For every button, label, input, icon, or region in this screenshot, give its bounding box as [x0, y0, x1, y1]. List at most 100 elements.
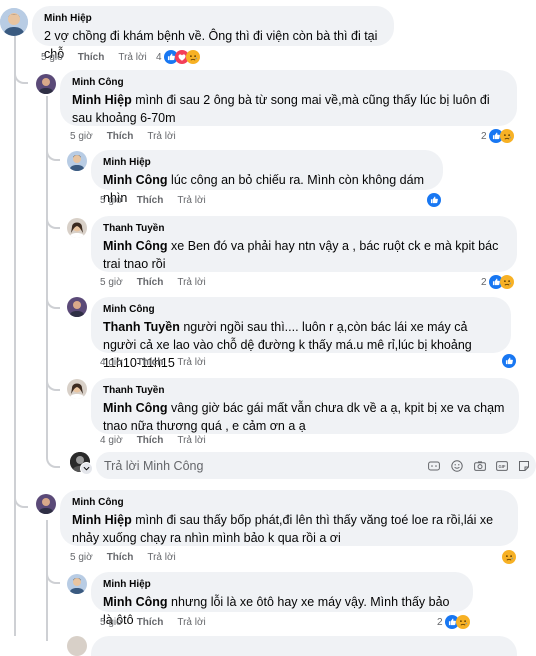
comment-author[interactable]: Minh Công [72, 497, 506, 508]
comment-time[interactable]: 5 giờ [100, 195, 123, 206]
reply-button[interactable]: Trả lời [147, 552, 175, 563]
avatar[interactable] [67, 574, 87, 594]
avatar-person-icon [67, 379, 87, 399]
comment-author[interactable]: Thanh Tuyền [103, 223, 505, 234]
like-button[interactable]: Thích [137, 357, 164, 368]
avatar-person-icon [0, 8, 28, 36]
sad-icon [502, 550, 516, 564]
like-button[interactable]: Thích [78, 52, 105, 63]
mention-tag[interactable]: Minh Công [103, 401, 168, 415]
thread-connector [46, 293, 60, 309]
comment-bubble: Minh Hiệp 2 vợ chồng đi khám bệnh về. Ôn… [32, 6, 394, 61]
avatar[interactable] [36, 494, 56, 514]
comment-bubble: Minh Công Minh Hiệp mình đi sau thấy bốp… [60, 490, 518, 546]
comment-actions: 5 giờ Thích Trả lời [41, 52, 147, 63]
comment-author[interactable]: Minh Hiệp [44, 13, 382, 24]
thread-connector [14, 492, 28, 508]
like-button[interactable]: Thích [137, 435, 164, 446]
mention-tag[interactable]: Minh Công [103, 239, 168, 253]
avatar[interactable] [67, 636, 87, 656]
like-button[interactable]: Thích [107, 131, 134, 142]
mention-tag[interactable]: Minh Hiệp [72, 93, 132, 107]
reaction-count: 2 [437, 616, 443, 628]
sad-icon [500, 129, 514, 143]
like-button[interactable]: Thích [137, 277, 164, 288]
thread-connector [46, 568, 60, 584]
thread-connector [46, 375, 60, 391]
comment-bubble: Minh Hiệp Minh Công lúc công an bỏ chiếu… [91, 150, 443, 205]
comment-bubble: Thanh Tuyền Minh Công xe Ben đó va phải … [91, 216, 517, 272]
reply-button[interactable]: Trả lời [177, 435, 205, 446]
avatar[interactable] [36, 74, 56, 94]
comment-actions: 5 giờ Thích Trả lời [100, 195, 206, 206]
reaction-summary[interactable]: 2 [481, 129, 514, 143]
smile-icon[interactable] [451, 460, 463, 472]
comment-time[interactable]: 5 giờ [41, 52, 64, 63]
thread-connector [46, 213, 60, 229]
sad-icon [456, 615, 470, 629]
like-icon [427, 193, 441, 207]
comment-author[interactable]: Minh Công [72, 77, 505, 88]
mention-tag[interactable]: Minh Công [103, 595, 168, 609]
comment-author[interactable]: Thanh Tuyền [103, 385, 507, 396]
sad-icon [500, 275, 514, 289]
gif-icon[interactable]: GIF [496, 460, 508, 472]
comment-time[interactable]: 4 giờ [100, 435, 123, 446]
svg-text:GIF: GIF [499, 464, 506, 469]
reaction-summary[interactable] [502, 354, 516, 368]
avatar-person-icon [67, 151, 87, 171]
like-button[interactable]: Thích [137, 617, 164, 628]
thread-connector [14, 68, 28, 84]
mention-tag[interactable]: Minh Hiệp [72, 513, 132, 527]
avatar[interactable] [67, 297, 87, 317]
comment-author[interactable]: Minh Hiệp [103, 157, 431, 168]
comment-time[interactable]: 5 giờ [100, 617, 123, 628]
reply-button[interactable]: Trả lời [177, 195, 205, 206]
avatar-person-icon [67, 218, 87, 238]
comment-time[interactable]: 5 giờ [100, 277, 123, 288]
camera-icon[interactable] [474, 460, 486, 472]
reply-button[interactable]: Trả lời [118, 52, 146, 63]
comment-actions: 4 giờ Thích Trả lời [100, 435, 206, 446]
account-switch[interactable] [80, 462, 93, 475]
sticker-icon[interactable] [518, 460, 530, 472]
like-icon [502, 354, 516, 368]
reaction-summary[interactable]: 2 [481, 275, 514, 289]
comment-time[interactable]: 5 giờ [70, 552, 93, 563]
avatar[interactable] [67, 379, 87, 399]
thread-line-main [14, 36, 16, 636]
reaction-summary[interactable]: 4 [156, 50, 200, 64]
mention-tag[interactable]: Thanh Tuyền [103, 320, 180, 334]
avatar-person-icon [36, 494, 56, 514]
reply-button[interactable]: Trả lời [177, 617, 205, 628]
reaction-summary[interactable]: 2 [437, 615, 470, 629]
reply-button[interactable]: Trả lời [147, 131, 175, 142]
comment-actions: 5 giờ Thích Trả lời [100, 617, 206, 628]
comment-author[interactable]: Minh Công [103, 304, 499, 315]
comment-time[interactable]: 5 giờ [70, 131, 93, 142]
comment-actions: 5 giờ Thích Trả lời [100, 277, 206, 288]
thread-connector [46, 145, 60, 161]
avatar[interactable] [0, 8, 28, 36]
reaction-summary[interactable] [427, 193, 441, 207]
comment-bubble: Minh Công Thanh Tuyền người ngồi sau thì… [91, 297, 511, 370]
avatar[interactable] [67, 151, 87, 171]
comment-actions: 4 giờ Thích Trả lời [100, 357, 206, 368]
avatar[interactable] [67, 218, 87, 238]
comment-time[interactable]: 4 giờ [100, 357, 123, 368]
reaction-summary[interactable] [502, 550, 516, 564]
reply-input[interactable]: Trả lời Minh Công GIF [96, 452, 536, 479]
mention-tag[interactable]: Minh Công [103, 173, 168, 187]
avatar-person-icon [67, 297, 87, 317]
reply-button[interactable]: Trả lời [177, 277, 205, 288]
avatar-person-icon [36, 74, 56, 94]
like-button[interactable]: Thích [137, 195, 164, 206]
comment-bubble [91, 636, 517, 656]
reply-button[interactable]: Trả lời [177, 357, 205, 368]
comment-text: mình đi sau 2 ông bà từ song mai về,mà c… [72, 93, 490, 125]
comment-author[interactable]: Minh Hiệp [103, 579, 461, 590]
emoji-icon[interactable] [428, 460, 440, 472]
reaction-count: 2 [481, 276, 487, 288]
sad-icon [186, 50, 200, 64]
like-button[interactable]: Thích [107, 552, 134, 563]
